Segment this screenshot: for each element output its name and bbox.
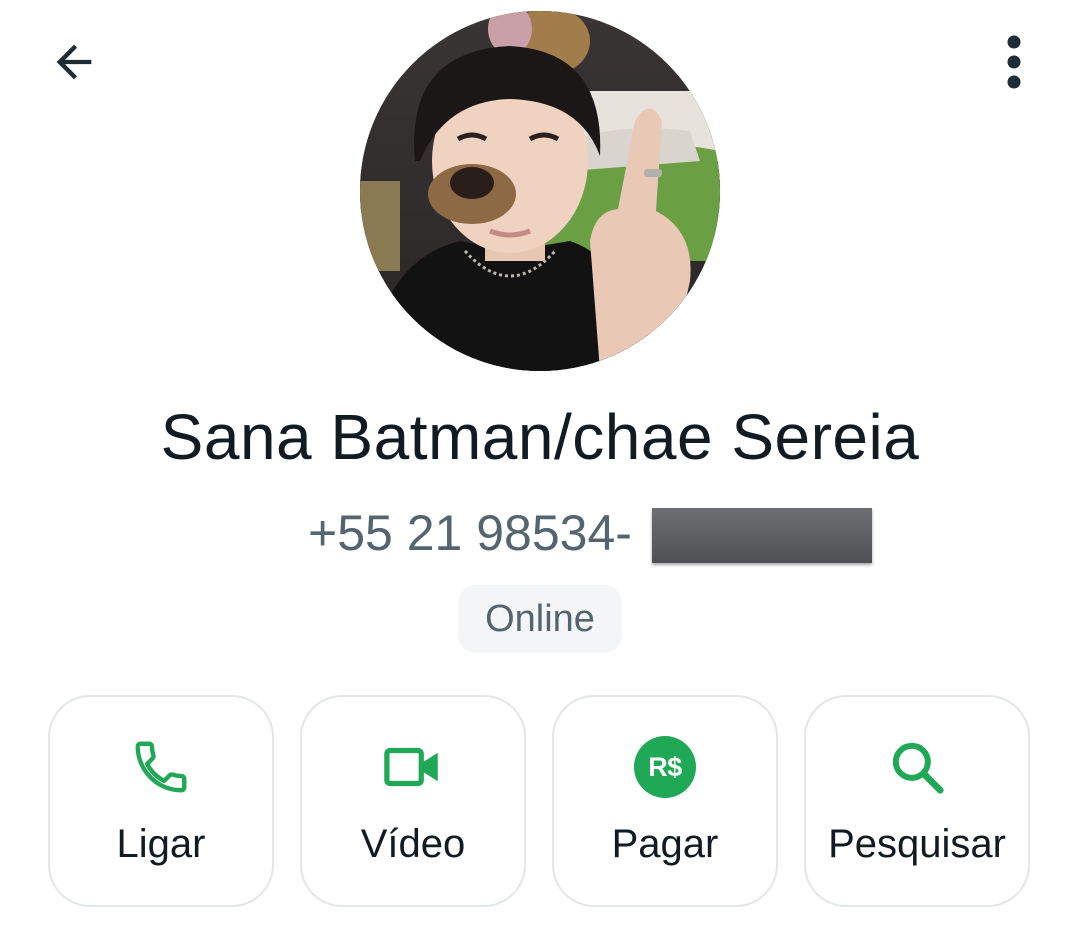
call-label: Ligar (116, 822, 206, 866)
pay-button[interactable]: R$ Pagar (552, 695, 778, 907)
search-icon (892, 742, 944, 794)
arrow-left-icon (56, 44, 92, 80)
video-button[interactable]: Vídeo (300, 695, 526, 907)
profile-photo[interactable] (360, 11, 720, 371)
status-badge: Online (458, 585, 622, 653)
more-vertical-icon (1007, 35, 1021, 89)
video-label: Vídeo (360, 822, 466, 866)
brazilian-real-icon: R$ (634, 736, 696, 798)
phone-number-row: +55 21 98534- (0, 500, 1080, 570)
profile-photo-image (360, 11, 720, 371)
search-label: Pesquisar (828, 822, 1006, 866)
status-text: Online (485, 597, 595, 640)
redaction-bar (652, 508, 872, 563)
action-buttons: Ligar Vídeo R$ Pagar Pesquisar (48, 695, 1032, 907)
back-button[interactable] (38, 26, 110, 98)
pay-label: Pagar (611, 822, 719, 866)
video-camera-icon (384, 747, 438, 787)
phone-icon (135, 741, 187, 793)
phone-number: +55 21 98534- (308, 505, 632, 561)
search-button[interactable]: Pesquisar (804, 695, 1030, 907)
call-button[interactable]: Ligar (48, 695, 274, 907)
contact-name: Sana Batman/chae Sereia (160, 401, 920, 473)
more-options-button[interactable] (984, 26, 1044, 98)
